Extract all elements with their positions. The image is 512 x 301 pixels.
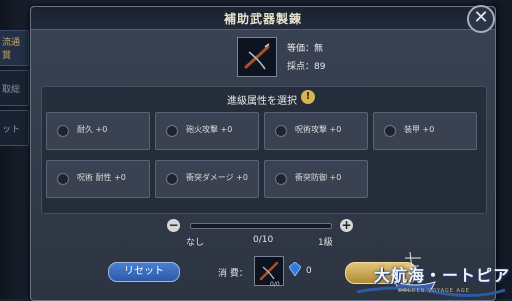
- gem-icon: [289, 262, 301, 276]
- slider-value-label: 0/10: [253, 235, 274, 245]
- close-button[interactable]: ✕: [467, 5, 495, 33]
- radio-icon: [166, 173, 178, 185]
- attribute-label: 装甲 +0: [404, 125, 435, 134]
- slider-min-label: なし: [186, 238, 205, 248]
- weapon-item-slot[interactable]: [237, 37, 277, 77]
- attribute-label: 呪術攻撃 +0: [295, 125, 342, 134]
- attribute-label: 呪術 耐性 +0: [77, 173, 126, 182]
- info-icon[interactable]: !: [301, 90, 315, 104]
- background-tab-3: ット: [0, 110, 29, 146]
- attribute-option-curse-resistance[interactable]: 呪術 耐性 +0: [46, 160, 150, 198]
- radio-icon: [57, 125, 69, 137]
- attribute-select-header: 進級属性を選択: [227, 96, 297, 107]
- attribute-option-curse-attack[interactable]: 呪術攻撃 +0: [264, 112, 368, 150]
- radio-icon: [166, 125, 178, 137]
- modal-title: 補助武器製錬: [223, 12, 302, 26]
- radio-icon: [275, 173, 287, 185]
- attribute-label: 耐久 +0: [77, 125, 108, 134]
- attribute-option-armor[interactable]: 装甲 +0: [373, 112, 477, 150]
- radio-icon: [275, 125, 287, 137]
- attribute-option-cannon-attack[interactable]: 砲火攻撃 +0: [155, 112, 259, 150]
- attribute-label: 衝突ダメージ +0: [186, 173, 248, 182]
- gem-count: 0: [306, 266, 312, 276]
- close-icon: ✕: [473, 7, 489, 28]
- attribute-option-durability[interactable]: 耐久 +0: [46, 112, 150, 150]
- background-tab-1: 流通賞: [0, 30, 29, 66]
- logo-title: 大航海・ートピア: [374, 266, 511, 285]
- cost-item-count: 0/0: [270, 281, 280, 288]
- slider-max-label: 1級: [318, 238, 333, 248]
- item-points: 採点：89: [287, 62, 326, 72]
- cost-label: 消 費：: [218, 269, 248, 279]
- item-price: 等価：無: [287, 44, 324, 54]
- attribute-option-ram-defense[interactable]: 衝突防御 +0: [264, 160, 368, 198]
- attribute-label: 衝突防御 +0: [295, 173, 342, 182]
- logo-subtitle: GOLDEN VOYAGE AGE: [398, 288, 470, 294]
- crossbow-icon: [238, 38, 276, 76]
- radio-icon: [384, 125, 396, 137]
- attribute-label: 砲火攻撃 +0: [186, 125, 233, 134]
- level-slider[interactable]: [190, 223, 332, 229]
- decrease-button[interactable]: −: [167, 219, 180, 232]
- attribute-option-ram-damage[interactable]: 衝突ダメージ +0: [155, 160, 259, 198]
- background-tab-2: 取総: [0, 70, 29, 106]
- reset-button[interactable]: リセット: [108, 262, 180, 282]
- modal-title-bar: 補助武器製錬: [31, 7, 495, 30]
- increase-button[interactable]: +: [340, 219, 353, 232]
- radio-icon: [57, 173, 69, 185]
